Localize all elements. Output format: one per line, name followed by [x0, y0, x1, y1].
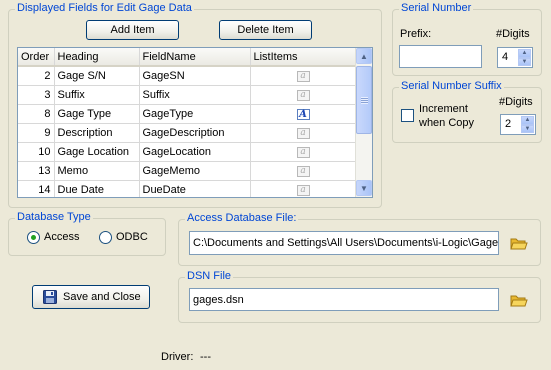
suffix-digits-value: 2 [505, 118, 512, 130]
floppy-disk-icon [43, 290, 57, 304]
fieldname-cell[interactable]: GageDescription [139, 123, 251, 143]
heading-cell[interactable]: Gage Type [54, 104, 140, 124]
odbc-radio-label[interactable]: ODBC [116, 231, 148, 243]
dsn-file-input[interactable]: gages.dsn [189, 288, 499, 311]
access-radio-label[interactable]: Access [44, 231, 79, 243]
access-radio[interactable] [27, 231, 40, 244]
list-items-icon[interactable]: a [296, 147, 310, 158]
fieldname-cell[interactable]: GageType [139, 104, 251, 124]
database-type-title: Database Type [15, 211, 93, 223]
spin-down-icon[interactable]: ▼ [518, 57, 531, 66]
grid-vertical-scrollbar[interactable]: ▲ ▼ [355, 48, 372, 197]
list-items-icon[interactable]: a [296, 128, 310, 139]
scroll-down-icon[interactable]: ▼ [356, 180, 372, 196]
order-cell[interactable]: 2 [18, 66, 55, 86]
spin-down-icon[interactable]: ▼ [521, 124, 534, 133]
heading-cell[interactable]: Gage S/N [54, 66, 140, 86]
save-and-close-button[interactable]: Save and Close [32, 285, 150, 309]
list-items-active-icon[interactable]: A [296, 108, 310, 120]
table-row[interactable]: 3 Suffix Suffix a [18, 85, 357, 105]
heading-cell[interactable]: Memo [54, 161, 140, 181]
serial-digits-value: 4 [502, 51, 509, 63]
scrollbar-thumb[interactable] [356, 66, 372, 134]
order-cell[interactable]: 10 [18, 142, 55, 162]
listitems-cell[interactable]: a [250, 142, 357, 162]
order-cell[interactable]: 8 [18, 104, 55, 124]
listitems-cell[interactable]: a [250, 180, 357, 197]
scroll-up-icon[interactable]: ▲ [356, 48, 372, 64]
column-header-fieldname[interactable]: FieldName [139, 48, 251, 67]
heading-cell[interactable]: Gage Location [54, 142, 140, 162]
table-row[interactable]: 14 Due Date DueDate a [18, 180, 357, 197]
serial-digits-spinner[interactable]: 4 ▲ ▼ [497, 47, 533, 68]
table-row[interactable]: 13 Memo GageMemo a [18, 161, 357, 181]
fields-table: Order Heading FieldName ListItems 2 Gage … [18, 48, 357, 197]
displayed-fields-title: Displayed Fields for Edit Gage Data [15, 2, 194, 14]
table-row[interactable]: 8 Gage Type GageType A [18, 104, 357, 124]
prefix-label: Prefix: [400, 28, 432, 40]
suffix-digits-label: #Digits [499, 96, 533, 108]
serial-number-title: Serial Number [399, 2, 474, 14]
listitems-cell[interactable]: a [250, 123, 357, 143]
order-cell[interactable]: 9 [18, 123, 55, 143]
fieldname-cell[interactable]: GageMemo [139, 161, 251, 181]
list-items-icon[interactable]: a [296, 166, 310, 177]
prefix-input[interactable] [399, 45, 482, 68]
folder-icon[interactable] [510, 293, 528, 307]
list-items-icon[interactable]: a [296, 90, 310, 101]
listitems-cell[interactable]: a [250, 66, 357, 86]
list-items-icon[interactable]: a [296, 185, 310, 196]
add-item-button[interactable]: Add Item [86, 20, 179, 40]
dsn-file-title: DSN File [185, 270, 234, 282]
grid-header-row: Order Heading FieldName ListItems [18, 48, 357, 67]
save-and-close-label: Save and Close [63, 291, 141, 303]
serial-suffix-title: Serial Number Suffix [399, 80, 504, 92]
column-header-heading[interactable]: Heading [54, 48, 140, 67]
driver-label: Driver: [161, 351, 194, 363]
fieldname-cell[interactable]: GageLocation [139, 142, 251, 162]
fieldname-cell[interactable]: Suffix [139, 85, 251, 105]
heading-cell[interactable]: Due Date [54, 180, 140, 197]
serial-digits-label: #Digits [496, 28, 530, 40]
order-cell[interactable]: 13 [18, 161, 55, 181]
odbc-radio[interactable] [99, 231, 112, 244]
table-row[interactable]: 9 Description GageDescription a [18, 123, 357, 143]
listitems-cell[interactable]: a [250, 85, 357, 105]
increment-when-copy-checkbox[interactable] [401, 109, 414, 122]
fieldname-cell[interactable]: DueDate [139, 180, 251, 197]
column-header-order[interactable]: Order [18, 48, 55, 67]
spin-up-icon[interactable]: ▲ [518, 49, 531, 58]
list-items-icon[interactable]: a [296, 71, 310, 83]
table-row[interactable]: 2 Gage S/N GageSN a [18, 66, 357, 86]
heading-cell[interactable]: Description [54, 123, 140, 143]
order-cell[interactable]: 3 [18, 85, 55, 105]
increment-label-line2: when Copy [419, 117, 475, 129]
folder-icon[interactable] [510, 236, 528, 250]
table-row[interactable]: 10 Gage Location GageLocation a [18, 142, 357, 162]
fields-grid[interactable]: Order Heading FieldName ListItems 2 Gage … [17, 47, 373, 198]
suffix-digits-spinner[interactable]: 2 ▲ ▼ [500, 114, 536, 135]
spin-up-icon[interactable]: ▲ [521, 116, 534, 125]
fieldname-cell[interactable]: GageSN [139, 66, 251, 86]
increment-label-line1: Increment [419, 103, 468, 115]
order-cell[interactable]: 14 [18, 180, 55, 197]
driver-value: --- [200, 351, 211, 363]
heading-cell[interactable]: Suffix [54, 85, 140, 105]
access-file-title: Access Database File: [185, 212, 299, 224]
listitems-cell[interactable]: a [250, 161, 357, 181]
delete-item-button[interactable]: Delete Item [219, 20, 312, 40]
column-header-listitems[interactable]: ListItems [250, 48, 357, 67]
access-file-input[interactable]: C:\Documents and Settings\All Users\Docu… [189, 231, 499, 255]
listitems-cell[interactable]: A [250, 104, 357, 124]
